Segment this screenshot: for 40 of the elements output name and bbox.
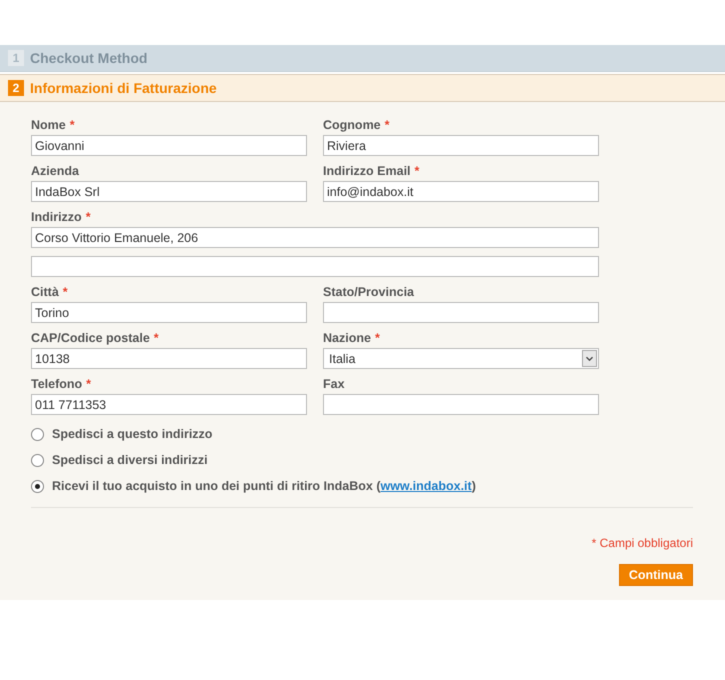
option-label: Ricevi il tuo acquisto in uno dei punti di ritiro IndaBox (www.indabox.it) bbox=[52, 479, 476, 493]
radio-button[interactable] bbox=[31, 480, 44, 492]
required-note: * Campi obbligatori bbox=[592, 536, 693, 550]
website-link[interactable]: www.indabox.it bbox=[380, 479, 472, 493]
input-field[interactable]: Riviera bbox=[323, 135, 599, 156]
input-field[interactable]: 10138 bbox=[31, 348, 307, 369]
radio-button[interactable] bbox=[31, 428, 44, 440]
option-label: Spedisci a questo indirizzo bbox=[52, 427, 212, 441]
radio-button[interactable] bbox=[31, 454, 44, 466]
field-label: Telefono bbox=[31, 377, 82, 391]
required-mark: * bbox=[154, 331, 159, 345]
required-mark: * bbox=[384, 118, 390, 132]
required-mark: * bbox=[70, 118, 75, 132]
caret-icon bbox=[582, 350, 597, 367]
field-label: Stato/Provincia bbox=[323, 285, 414, 299]
input-field[interactable]: Giovanni bbox=[31, 135, 307, 156]
field-label: Nazione bbox=[323, 331, 371, 345]
field-label: CAP/Codice postale bbox=[31, 331, 150, 345]
required-mark: * bbox=[374, 331, 380, 345]
field-label: Città bbox=[31, 285, 59, 299]
required-mark: * bbox=[86, 210, 91, 224]
country-select[interactable]: Italia bbox=[323, 348, 599, 369]
field-label: Azienda bbox=[31, 164, 79, 178]
input-field[interactable]: Corso Vittorio Emanuele, 206 bbox=[31, 227, 599, 248]
input-field[interactable] bbox=[323, 302, 599, 323]
input-field[interactable]: info@indabox.it bbox=[323, 181, 599, 202]
field-label: Indirizzo bbox=[31, 210, 82, 224]
input-field[interactable]: 011 7711353 bbox=[31, 394, 307, 415]
input-field[interactable]: IndaBox Srl bbox=[31, 181, 307, 202]
field-label: Cognome bbox=[323, 118, 381, 132]
field-label: Nome bbox=[31, 118, 66, 132]
option-label: Spedisci a diversi indirizzi bbox=[52, 453, 208, 467]
required-mark: * bbox=[86, 377, 92, 391]
required-mark: * bbox=[414, 164, 420, 178]
input-field[interactable] bbox=[323, 394, 599, 415]
input-field[interactable] bbox=[31, 256, 599, 277]
field-label: Indirizzo Email bbox=[323, 164, 411, 178]
field-label: Fax bbox=[323, 377, 345, 391]
input-field[interactable]: Torino bbox=[31, 302, 307, 323]
required-mark: * bbox=[62, 285, 68, 299]
